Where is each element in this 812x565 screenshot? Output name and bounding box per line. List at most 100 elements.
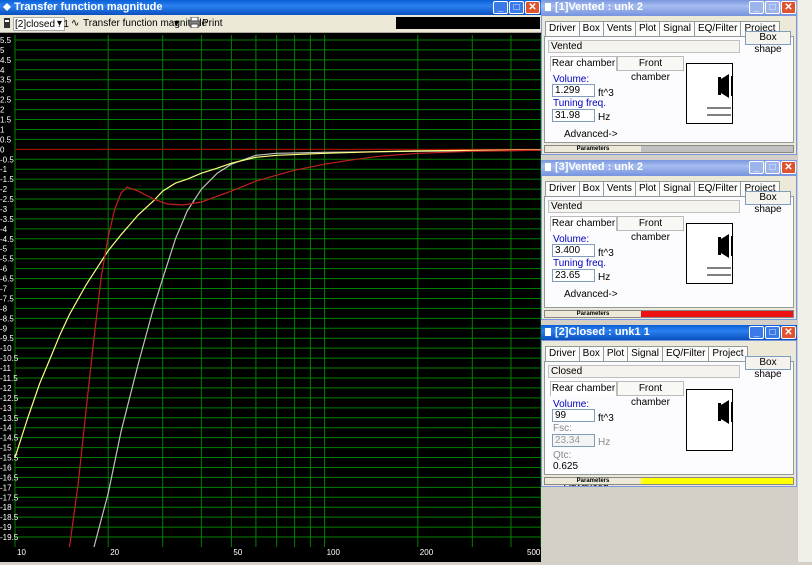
chart-toolbar: [2]closed : 1 ▾ ∿ Transfer function magn… — [0, 15, 541, 33]
panel-close-button[interactable]: ✕ — [781, 161, 796, 174]
panel-minimize-button[interactable]: _ — [749, 161, 764, 174]
advanced-button[interactable]: Advanced-> — [564, 289, 618, 300]
view-chevron-down-icon[interactable]: ▾ — [174, 17, 179, 31]
y-tick-label: -10 — [0, 344, 12, 353]
parameters-bar[interactable]: Parameters — [544, 145, 794, 153]
y-tick-label: -14.5 — [0, 434, 19, 443]
panel-minimize-button[interactable]: _ — [749, 1, 764, 14]
box-type-field[interactable]: Closed — [548, 365, 740, 378]
box-type-field[interactable]: Vented — [548, 40, 740, 53]
panel-maximize-button[interactable]: □ — [765, 1, 780, 14]
panel-close-button[interactable]: ✕ — [781, 1, 796, 14]
series-line — [14, 149, 542, 458]
x-tick-label: 200 — [420, 548, 434, 557]
box-shape-button[interactable]: Box shape — [745, 31, 791, 55]
y-tick-label: -19 — [0, 523, 12, 532]
y-tick-label: -7.5 — [0, 294, 14, 303]
tab-plot[interactable]: Plot — [602, 346, 629, 361]
y-tick-label: -16 — [0, 463, 12, 472]
front-chamber-tab[interactable]: Front chamber — [617, 56, 684, 83]
tab-vents[interactable]: Vents — [602, 181, 636, 196]
rear-chamber-tab[interactable]: Rear chamber — [550, 381, 617, 396]
y-tick-label: -4 — [0, 225, 8, 234]
tuning-label: Tuning freq. — [553, 258, 606, 269]
panel-titlebar[interactable]: [1]Vented : unk 2 _ □ ✕ — [541, 0, 797, 15]
tuning-unit: Hz — [598, 437, 611, 448]
y-tick-label: -19.5 — [0, 533, 19, 542]
speaker-icon — [707, 74, 733, 116]
parameters-color — [641, 478, 793, 484]
rear-chamber-tab[interactable]: Rear chamber — [550, 216, 617, 231]
parameters-bar[interactable]: Parameters — [544, 477, 794, 485]
box-shape-button[interactable]: Box shape — [745, 191, 791, 215]
y-tick-label: -2 — [0, 185, 8, 194]
box-shape-button[interactable]: Box shape — [745, 356, 791, 380]
parameters-bar[interactable]: Parameters — [544, 310, 794, 318]
tab-project[interactable]: Project — [708, 346, 748, 361]
maximize-button[interactable]: □ — [509, 1, 524, 14]
tuning-input[interactable]: 23.65 — [552, 269, 595, 282]
y-tick-label: -3 — [0, 205, 8, 214]
panel-maximize-button[interactable]: □ — [765, 326, 780, 339]
tab-signal[interactable]: Signal — [659, 21, 695, 36]
tab-signal[interactable]: Signal — [659, 181, 695, 196]
y-tick-label: -10.5 — [0, 354, 19, 363]
tab-eqfilter[interactable]: EQ/Filter — [661, 346, 710, 361]
y-tick-label: -13.5 — [0, 414, 19, 423]
tab-eqfilter[interactable]: EQ/Filter — [693, 181, 742, 196]
tuning-label: Fsc: — [553, 423, 572, 434]
minimize-button[interactable]: _ — [493, 1, 508, 14]
tab-driver[interactable]: Driver — [545, 21, 580, 36]
y-tick-label: -0.5 — [0, 155, 14, 164]
y-tick-label: -18 — [0, 503, 12, 512]
tuning-input[interactable]: 23.34 — [552, 434, 595, 447]
print-button[interactable]: Print — [202, 17, 223, 31]
y-tick-label: -14 — [0, 424, 12, 433]
panel-app-icon — [543, 327, 553, 337]
transfer-function-chart[interactable]: 5.5 5 4.5 4 3.5 3 2.5 2 1.5 1 0.5 0 -0.5 -1 -1.5 -2 -2.5… — [0, 33, 542, 562]
tab-eqfilter[interactable]: EQ/Filter — [693, 21, 742, 36]
panel-minimize-button[interactable]: _ — [749, 326, 764, 339]
parameters-label: Parameters — [576, 311, 610, 317]
y-tick-label: 4.5 — [0, 56, 12, 65]
panel-tabs: Driver Box Vents Plot Signal EQ/Filter Project — [545, 181, 780, 198]
x-tick-label: 100 — [327, 548, 341, 557]
y-tick-label: -18.5 — [0, 513, 19, 522]
panel-title: [1]Vented : unk 2 — [555, 1, 644, 13]
panel-maximize-button[interactable]: □ — [765, 161, 780, 174]
parameters-color — [641, 146, 793, 152]
speaker-icon — [718, 400, 733, 424]
x-tick-label: 500 — [527, 548, 541, 557]
close-button[interactable]: ✕ — [525, 1, 540, 14]
chevron-down-icon[interactable]: ▾ — [57, 17, 62, 31]
tab-plot[interactable]: Plot — [634, 21, 661, 36]
tab-driver[interactable]: Driver — [545, 181, 580, 196]
chart-svg[interactable]: 5.554.543.532.521.510.50-0.5-1-1.5-2-2.5… — [0, 33, 542, 562]
panel-close-button[interactable]: ✕ — [781, 326, 796, 339]
y-tick-label: 5.5 — [0, 36, 12, 45]
volume-input[interactable]: 1.299 — [552, 84, 595, 97]
status-box — [396, 17, 540, 29]
panel-titlebar[interactable]: [3]Vented : unk 2 _ □ ✕ — [541, 160, 797, 175]
tab-signal[interactable]: Signal — [627, 346, 663, 361]
y-tick-label: 1 — [0, 125, 5, 134]
waveform-icon: ∿ — [71, 18, 80, 29]
volume-input[interactable]: 3.400 — [552, 244, 595, 257]
panel-titlebar[interactable]: [2]Closed : unk1 1 _ □ ✕ — [541, 325, 797, 340]
advanced-button[interactable]: Advanced-> — [564, 129, 618, 140]
front-chamber-tab[interactable]: Front chamber — [617, 381, 684, 408]
panel-app-icon — [543, 2, 553, 12]
panel-tabs: Driver Box Plot Signal EQ/Filter Project — [545, 346, 748, 363]
rear-chamber-tab[interactable]: Rear chamber — [550, 56, 617, 71]
vertical-scrollbar[interactable] — [797, 0, 812, 562]
front-chamber-tab[interactable]: Front chamber — [617, 216, 684, 243]
tuning-input[interactable]: 31.98 — [552, 109, 595, 122]
tab-plot[interactable]: Plot — [634, 181, 661, 196]
box-editor-panel: Driver Box Plot Signal EQ/Filter Project Close… — [541, 340, 797, 489]
box-type-field[interactable]: Vented — [548, 200, 740, 213]
tab-driver[interactable]: Driver — [545, 346, 580, 361]
graph-icon — [3, 17, 11, 31]
main-titlebar[interactable]: Transfer function magnitude _ □ ✕ — [0, 0, 541, 15]
tab-vents[interactable]: Vents — [602, 21, 636, 36]
volume-input[interactable]: 99 — [552, 409, 595, 422]
